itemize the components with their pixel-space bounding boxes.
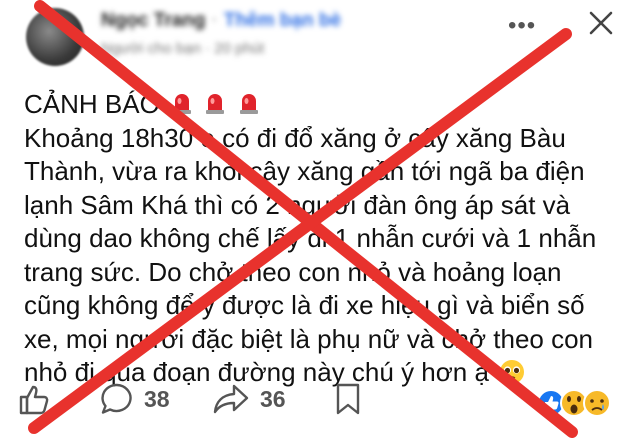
comment-icon — [101, 383, 132, 414]
share-icon — [213, 384, 249, 414]
more-options-button[interactable]: ••• — [508, 12, 536, 40]
post-line: Khoảng 18h30 e có đi đổ xăng ở cây xăng … — [24, 122, 566, 153]
add-friend-link[interactable]: Thêm bạn bè — [224, 10, 341, 31]
shares-count: 36 — [260, 385, 286, 412]
siren-icon — [239, 94, 258, 114]
post-line: lạnh Sâm Khá thì có 2 người đàn ông áp s… — [24, 189, 571, 220]
post-line: Thành, vừa ra khỏi cây xăng gần tới ngã … — [24, 156, 585, 186]
post-title: CẢNH BÁO — [24, 89, 160, 119]
avatar[interactable] — [26, 8, 84, 66]
post-title-line: CẢNH BÁO — [24, 88, 624, 122]
post-line: trang sức. Do chở theo con nhỏ và hoảng … — [24, 256, 562, 287]
author-name[interactable]: Ngọc Trang — [101, 10, 206, 31]
siren-icon — [206, 94, 225, 114]
bookmark-icon — [336, 383, 360, 415]
post-screenshot: Ngọc Trang · Thêm bạn bè Người cho bạn · 2… — [0, 0, 640, 438]
post-header: Ngọc Trang · Thêm bạn bè Người cho bạn · 2… — [0, 0, 640, 80]
reaction-summary[interactable] — [536, 386, 616, 420]
post-line: cũng không để ý được là đi xe hiệu gì và… — [24, 290, 585, 320]
save-button[interactable] — [334, 382, 362, 416]
post-line: dùng dao không chế lấy đi 1 nhẫn cưới và… — [24, 223, 597, 253]
post-line: xe, mọi người đặc biệt là phụ nữ và chở … — [24, 323, 594, 354]
separator: · — [211, 10, 218, 31]
share-button[interactable]: 36 — [212, 382, 286, 416]
close-icon[interactable] — [588, 10, 614, 36]
siren-icon — [173, 94, 192, 114]
author-line: Ngọc Trang · Thêm bạn bè — [101, 10, 341, 32]
comment-button[interactable]: 38 — [100, 382, 170, 416]
post-meta: Người cho bạn · 20 phút — [101, 40, 265, 57]
comments-count: 38 — [144, 385, 170, 412]
post-body: CẢNH BÁO Khoảng 18h30 e có đi đổ xăng ở … — [24, 88, 624, 390]
like-icon — [19, 385, 49, 415]
like-button[interactable] — [18, 382, 52, 416]
sad-reaction-icon — [583, 389, 611, 417]
